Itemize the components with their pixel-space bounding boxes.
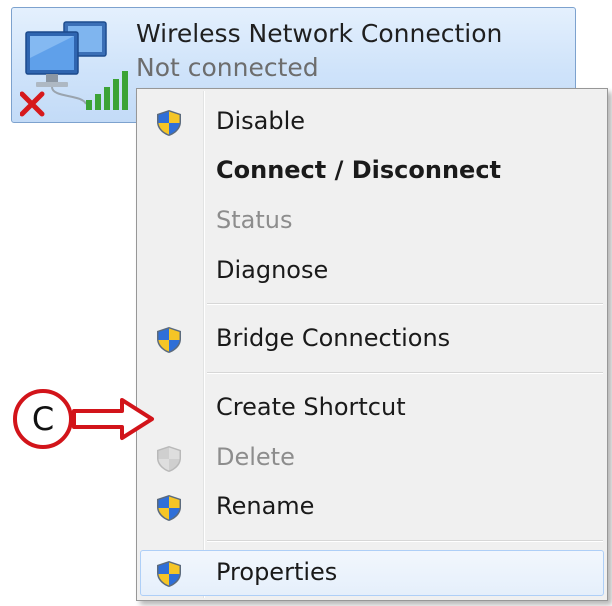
context-menu: Disable Connect / Disconnect Status Diag… xyxy=(136,88,608,601)
menu-item-label: Connect / Disconnect xyxy=(216,156,502,184)
menu-item-delete: Delete xyxy=(140,435,604,481)
menu-item-connect-disconnect[interactable]: Connect / Disconnect xyxy=(140,148,604,194)
menu-item-label: Status xyxy=(216,206,293,234)
connection-name: Wireless Network Connection xyxy=(136,19,503,48)
menu-separator xyxy=(207,540,603,542)
menu-item-diagnose[interactable]: Diagnose xyxy=(140,248,604,294)
uac-shield-icon xyxy=(157,446,181,472)
menu-item-label: Bridge Connections xyxy=(216,324,451,352)
menu-item-rename[interactable]: Rename xyxy=(140,484,604,530)
menu-item-properties[interactable]: Properties xyxy=(140,550,604,596)
menu-item-label: Diagnose xyxy=(216,256,329,284)
connection-status: Not connected xyxy=(136,53,319,82)
wireless-network-disconnected-icon xyxy=(20,21,128,117)
uac-shield-icon xyxy=(157,327,181,353)
annotation-arrow-icon xyxy=(72,398,154,440)
menu-item-label: Create Shortcut xyxy=(216,393,406,421)
annotation-callout-circle: C xyxy=(13,389,73,449)
menu-item-disable[interactable]: Disable xyxy=(140,99,604,145)
screenshot-stage: Wireless Network Connection Not connecte… xyxy=(0,0,612,606)
uac-shield-icon xyxy=(157,495,181,521)
menu-item-label: Properties xyxy=(216,558,338,586)
menu-item-label: Disable xyxy=(216,107,306,135)
menu-item-bridge-connections[interactable]: Bridge Connections xyxy=(140,316,604,362)
menu-separator xyxy=(207,303,603,305)
uac-shield-icon xyxy=(157,110,181,136)
menu-item-status: Status xyxy=(140,198,604,244)
menu-item-label: Delete xyxy=(216,443,295,471)
menu-item-label: Rename xyxy=(216,492,315,520)
menu-item-create-shortcut[interactable]: Create Shortcut xyxy=(140,385,604,431)
uac-shield-icon xyxy=(157,561,181,587)
menu-separator xyxy=(207,372,603,374)
